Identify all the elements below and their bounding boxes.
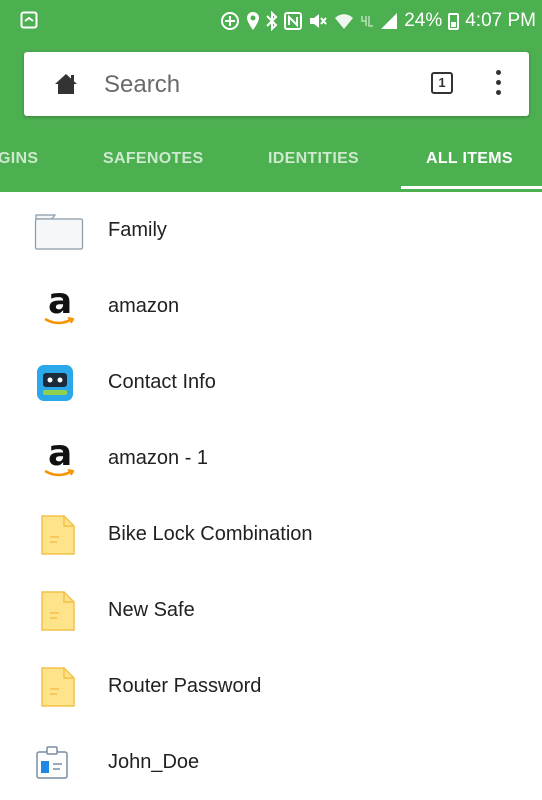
safenote-icon: [41, 667, 75, 707]
tab-safenotes[interactable]: SAFENOTES: [103, 150, 204, 168]
status-time: 4:07 PM: [465, 10, 536, 31]
status-bar: 24% 4:07 PM: [0, 0, 542, 44]
identity-icon: [36, 746, 68, 779]
list-item-label: Family: [108, 219, 167, 241]
list-item[interactable]: Contact Info: [0, 344, 542, 420]
search-bar[interactable]: Search 1: [24, 52, 529, 116]
safenote-icon: [41, 515, 75, 555]
list-item[interactable]: Router Password: [0, 648, 542, 724]
list-item-label: amazon: [108, 295, 180, 317]
battery-icon: [448, 12, 460, 30]
list-item[interactable]: New Safe: [0, 572, 542, 648]
add-circle-icon: [221, 12, 240, 30]
search-input[interactable]: Search: [104, 71, 180, 99]
amazon-icon: a: [34, 281, 84, 327]
list-item[interactable]: Bike Lock Combination: [0, 496, 542, 572]
tab-count-button[interactable]: 1: [431, 72, 453, 94]
list-item-label: Bike Lock Combination: [108, 523, 313, 545]
tab-all-items[interactable]: ALL ITEMS: [426, 150, 513, 168]
folder-icon: [34, 214, 84, 250]
list-item[interactable]: a amazon - 1: [0, 420, 542, 496]
safenote-icon: [41, 591, 75, 631]
home-icon[interactable]: [54, 72, 78, 96]
bluetooth-icon: [266, 11, 278, 31]
list-item-label: amazon - 1: [108, 447, 209, 469]
more-options-icon[interactable]: [494, 70, 502, 98]
roboform-icon: [37, 365, 73, 401]
list-item[interactable]: John_Doe: [0, 724, 542, 800]
screenshot-icon: [20, 11, 38, 29]
category-tabs: GINS SAFENOTES IDENTITIES ALL ITEMS: [0, 140, 542, 192]
list-item-label: New Safe: [108, 599, 195, 621]
tab-logins[interactable]: GINS: [0, 150, 38, 168]
location-icon: [247, 12, 260, 30]
nfc-icon: [284, 12, 303, 30]
list-item[interactable]: Family: [0, 192, 542, 268]
list-item-label: Router Password: [108, 675, 262, 697]
list-item[interactable]: a amazon: [0, 268, 542, 344]
signal-icon: [381, 13, 398, 29]
lte-icon: [361, 16, 374, 27]
list-item-label: John_Doe: [108, 751, 200, 773]
amazon-icon: a: [34, 433, 84, 479]
tab-identities[interactable]: IDENTITIES: [268, 150, 359, 168]
tab-indicator: [401, 186, 542, 189]
wifi-icon: [335, 14, 354, 29]
battery-percent: 24%: [404, 10, 443, 31]
list-item-label: Contact Info: [108, 371, 216, 393]
mute-icon: [310, 14, 327, 28]
